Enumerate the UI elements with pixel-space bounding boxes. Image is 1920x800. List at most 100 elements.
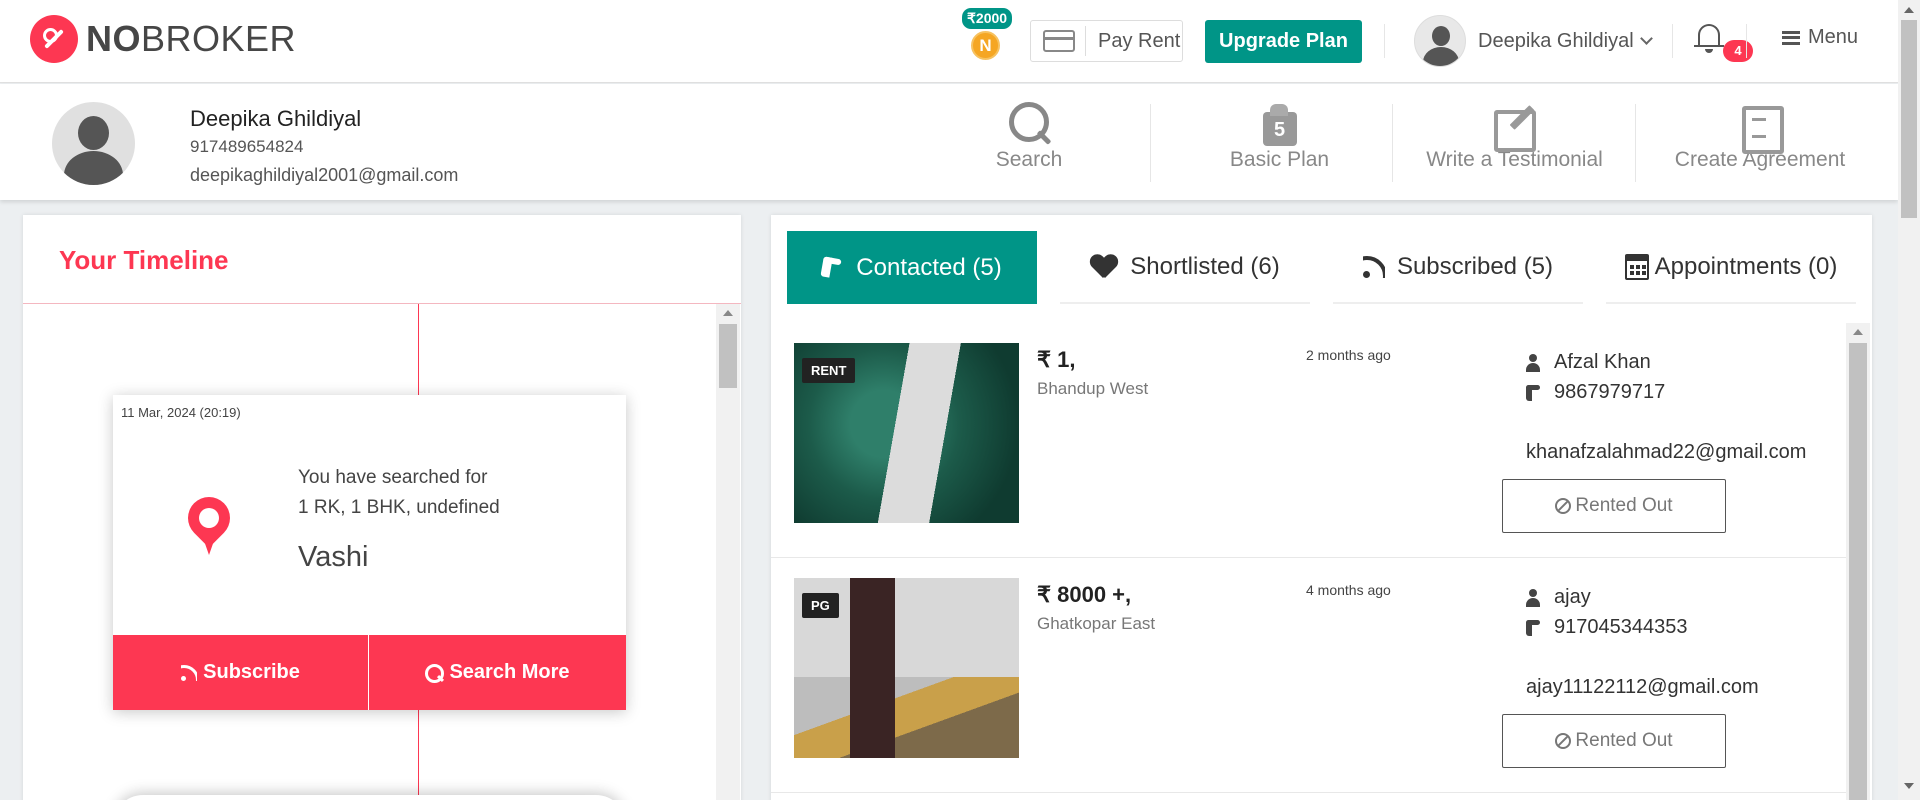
upgrade-plan-button[interactable]: Upgrade Plan: [1205, 20, 1362, 63]
nobroker-logo[interactable]: NOBROKER: [30, 15, 296, 63]
profile-name: Deepika Ghildiyal: [190, 106, 362, 131]
pay-rent-button[interactable]: Pay Rent: [1030, 20, 1183, 62]
divider: [1746, 24, 1747, 58]
divider: [1150, 104, 1151, 182]
status-label: Rented Out: [1575, 495, 1673, 516]
ban-icon: [1555, 733, 1572, 749]
scroll-down-arrow-icon[interactable]: [1904, 783, 1914, 789]
tab-contacted-label: Contacted (5): [856, 253, 1002, 281]
rupee-symbol: ₹: [1037, 582, 1051, 607]
profile-avatar: [52, 102, 135, 185]
scroll-up-arrow-icon[interactable]: [1904, 7, 1914, 13]
timeline-scrollbar[interactable]: [716, 304, 740, 800]
coin-amount-badge: ₹2000: [962, 8, 1013, 29]
hamburger-icon: [1782, 30, 1800, 45]
rented-out-button[interactable]: Rented Out: [1502, 479, 1726, 533]
bell-icon: [1698, 24, 1720, 46]
notification-count-badge: 4: [1723, 40, 1753, 62]
listing-scrollbar[interactable]: [1846, 323, 1870, 800]
write-testimonial-action[interactable]: Write a Testimonial: [1418, 102, 1611, 172]
list-item[interactable]: PG ₹ 8000 +, Ghatkopar East 4 months ago…: [771, 558, 1846, 793]
tab-subscribed-label: Subscribed (5): [1396, 252, 1554, 280]
scroll-up-arrow-icon[interactable]: [1853, 329, 1863, 335]
listing-type-badge: PG: [802, 593, 839, 618]
window-scrollbar[interactable]: [1898, 0, 1920, 800]
owner-name-text: Afzal Khan: [1554, 351, 1651, 373]
property-image[interactable]: PG: [794, 578, 1019, 758]
owner-email: khanafzalahmad22@gmail.com: [1526, 441, 1807, 463]
search-icon: [1007, 102, 1051, 148]
listing-type-badge: RENT: [802, 358, 856, 383]
property-price: ₹ 8000 +,: [1037, 582, 1131, 608]
search-summary-line2: 1 RK, 1 BHK, undefined: [298, 497, 500, 518]
scroll-up-arrow-icon[interactable]: [723, 310, 733, 316]
credit-card-icon: [1043, 30, 1075, 52]
logo-no-text: NO: [86, 18, 141, 59]
timeline-card: 11 Mar, 2024 (20:19) You have searched f…: [113, 395, 626, 710]
owner-name: ajay: [1526, 586, 1591, 609]
search-action-label: Search: [995, 148, 1063, 171]
ban-icon: [1555, 498, 1572, 514]
scrollbar-thumb[interactable]: [1901, 20, 1917, 218]
profile-email: deepikaghildiyal2001@gmail.com: [190, 165, 459, 185]
price-value: 8000 +,: [1057, 582, 1132, 607]
coin-icon: N: [971, 31, 1000, 60]
owner-name-text: ajay: [1554, 586, 1591, 608]
user-menu-dropdown[interactable]: Deepika Ghildiyal: [1414, 15, 1653, 67]
phone-icon: [1526, 384, 1542, 401]
contacted-time: 4 months ago: [1306, 582, 1391, 598]
list-item[interactable]: RENT ₹ 1, Bhandup West 2 months ago Afza…: [771, 323, 1846, 558]
scrollbar-thumb[interactable]: [1849, 343, 1867, 800]
pen-icon: [1493, 102, 1536, 152]
location-pin-icon-tail: [202, 535, 216, 555]
logo-broker-text: BROKER: [141, 18, 297, 59]
subscribe-button[interactable]: Subscribe: [113, 635, 368, 710]
divider: [1384, 24, 1385, 58]
phone-icon: [821, 256, 844, 279]
contacted-time: 2 months ago: [1306, 347, 1391, 363]
basic-plan-action[interactable]: Basic Plan: [1222, 102, 1337, 172]
divider: [1085, 26, 1086, 56]
search-more-label: Search More: [449, 661, 570, 683]
search-more-button[interactable]: Search More: [369, 635, 626, 710]
property-price: ₹ 1,: [1037, 347, 1075, 373]
basic-plan-label: Basic Plan: [1229, 148, 1330, 171]
property-image[interactable]: RENT: [794, 343, 1019, 523]
bell-icon-clapper: [1705, 49, 1713, 53]
tab-shortlisted[interactable]: Shortlisted (6): [1060, 231, 1310, 304]
profile-header: Deepika Ghildiyal 917489654824 deepikagh…: [0, 84, 1898, 200]
person-icon: [1526, 353, 1540, 372]
timeline-title: Your Timeline: [59, 245, 229, 275]
menu-button[interactable]: Menu: [1782, 26, 1858, 49]
tab-subscribed[interactable]: Subscribed (5): [1333, 231, 1583, 304]
owner-phone: 9867979717: [1526, 381, 1665, 404]
tab-appointments[interactable]: Appointments (0): [1606, 231, 1856, 304]
phone-icon: [1526, 619, 1542, 636]
timeline-card-date: 11 Mar, 2024 (20:19): [121, 405, 241, 420]
owner-phone-text: 9867979717: [1554, 381, 1666, 403]
pay-rent-label: Pay Rent: [1098, 29, 1181, 52]
logo-text: NOBROKER: [86, 18, 296, 60]
tab-contacted[interactable]: Contacted (5): [787, 231, 1037, 304]
profile-phone: 917489654824: [190, 137, 304, 156]
rss-icon: [181, 664, 198, 681]
create-agreement-action[interactable]: Create Agreement: [1665, 102, 1855, 172]
user-name: Deepika Ghildiyal: [1478, 29, 1634, 52]
tab-shortlisted-label: Shortlisted (6): [1130, 252, 1280, 280]
contacts-panel: Contacted (5) Shortlisted (6) Subscribed…: [771, 215, 1872, 800]
search-action[interactable]: Search: [990, 102, 1068, 172]
rented-out-button[interactable]: Rented Out: [1502, 714, 1726, 768]
rss-icon: [1362, 255, 1385, 278]
nobroker-coins[interactable]: ₹2000 N: [962, 8, 1014, 60]
logo-icon: [30, 15, 78, 63]
divider: [1392, 104, 1393, 182]
scrollbar-thumb[interactable]: [719, 324, 737, 388]
property-location: Ghatkopar East: [1037, 614, 1156, 633]
divider: [1672, 24, 1673, 58]
price-value: 1,: [1057, 347, 1076, 372]
search-summary-line1: You have searched for: [298, 467, 488, 488]
owner-name: Afzal Khan: [1526, 351, 1651, 374]
chevron-down-icon: [1639, 31, 1653, 45]
divider: [23, 303, 741, 304]
property-location: Bhandup West: [1037, 379, 1149, 398]
